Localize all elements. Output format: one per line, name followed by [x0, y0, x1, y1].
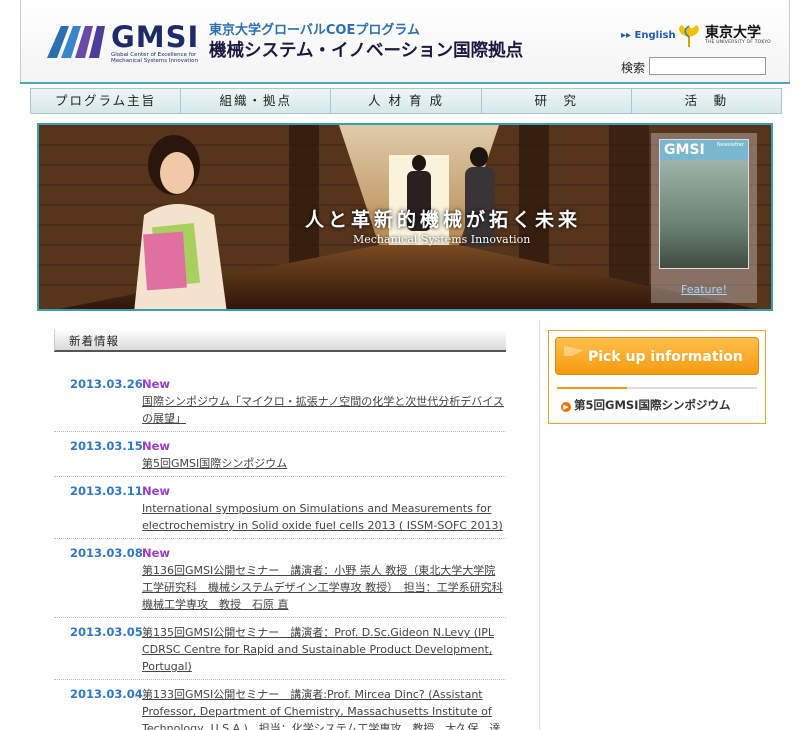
news-body: New 国際シンポジウム「マイクロ・拡張ナノ空間の化学と次世代分析デバイスの展望…	[142, 376, 506, 427]
news-link[interactable]: International symposium on Simulations a…	[142, 500, 506, 534]
gmsi-logo[interactable]: GMSI Global Center of Excellence for Mec…	[47, 20, 200, 64]
pickup-box: Pick up information ▶ 第5回GMSI国際シンポジウム	[548, 330, 766, 424]
newsletter-tag: Newsletter	[716, 142, 744, 148]
hero-banner: 人と革新的機械が拓く未来 Mechanical Systems Innovati…	[37, 123, 773, 311]
newsletter-cover[interactable]: GMSI Newsletter	[659, 139, 749, 269]
news-link[interactable]: 第135回GMSI公開セミナー 講演者：Prof. D.Sc.Gideon N.…	[142, 624, 506, 675]
nav-item-organization[interactable]: 組織・拠点	[181, 89, 332, 113]
site-titles: 東京大学グローバルCOEプログラム 機械システム・イノベーション国際拠点	[209, 22, 523, 63]
news-date: 2013.03.08	[70, 546, 143, 560]
news-link[interactable]: 国際シンポジウム「マイクロ・拡張ナノ空間の化学と次世代分析デバイスの展望」	[142, 393, 506, 427]
logo-subtitle: Global Center of Excellence for Mechanic…	[111, 52, 198, 64]
university-name: 東京大学	[705, 25, 761, 41]
news-heading: 新着情報	[69, 334, 119, 348]
news-column: 新着情報 2013.03.26 New 国際シンポジウム「マイクロ・拡張ナノ空間…	[38, 320, 540, 730]
english-link-label: English	[634, 30, 676, 41]
nav-item-activities[interactable]: 活 動	[631, 89, 782, 113]
list-item: 2013.03.26 New 国際シンポジウム「マイクロ・拡張ナノ空間の化学と次…	[54, 370, 506, 432]
news-link[interactable]: 第133回GMSI公開セミナー 講演者:Prof. Mircea Dinc? (…	[142, 686, 506, 730]
news-body: New 第5回GMSI国際シンポジウム	[142, 438, 506, 472]
pickup-link-label: 第5回GMSI国際シンポジウム	[574, 398, 731, 412]
search-label: 検索	[621, 61, 646, 75]
new-badge: New	[142, 484, 171, 498]
pickup-link[interactable]: ▶ 第5回GMSI国際シンポジウム	[561, 397, 730, 413]
news-body: 第133回GMSI公開セミナー 講演者:Prof. Mircea Dinc? (…	[142, 686, 506, 730]
news-list: 2013.03.26 New 国際シンポジウム「マイクロ・拡張ナノ空間の化学と次…	[54, 370, 506, 730]
flag-icon	[564, 346, 584, 370]
search-input[interactable]	[649, 57, 766, 75]
new-badge: New	[142, 377, 171, 391]
feature-box: GMSI Newsletter Feature!	[651, 133, 757, 303]
double-arrow-icon: ▸▸	[621, 30, 635, 41]
news-link[interactable]: 第5回GMSI国際シンポジウム	[142, 455, 506, 472]
news-date: 2013.03.26	[70, 377, 143, 391]
news-body: 第135回GMSI公開セミナー 講演者：Prof. D.Sc.Gideon N.…	[142, 624, 506, 675]
list-item: 2013.03.04 第133回GMSI公開セミナー 講演者:Prof. Mir…	[54, 680, 506, 730]
hero-title: 人と革新的機械が拓く未来	[305, 209, 582, 231]
news-date: 2013.03.04	[70, 687, 143, 701]
new-badge: New	[142, 439, 171, 453]
pickup-button-label: Pick up information	[588, 349, 743, 365]
program-title: 東京大学グローバルCOEプログラム	[209, 23, 420, 38]
newsletter-photo	[660, 160, 748, 268]
english-link[interactable]: ▸▸ English	[621, 30, 676, 41]
news-body: New International symposium on Simulatio…	[142, 483, 506, 534]
nav-item-education[interactable]: 人 材 育 成	[331, 89, 482, 113]
list-item: 2013.03.05 第135回GMSI公開セミナー 講演者：Prof. D.S…	[54, 618, 506, 680]
arrow-circle-icon: ▶	[561, 402, 571, 412]
list-item: 2013.03.11 New International symposium o…	[54, 477, 506, 539]
university-subtitle: THE UNIVERSITY OF TOKYO	[705, 40, 771, 45]
new-badge: New	[142, 546, 171, 560]
list-item: 2013.03.15 New 第5回GMSI国際シンポジウム	[54, 432, 506, 477]
site-header: GMSI Global Center of Excellence for Mec…	[20, 0, 790, 82]
news-heading-bar: 新着情報	[54, 330, 506, 352]
nav-item-program[interactable]: プログラム主旨	[31, 89, 182, 113]
news-body: New 第136回GMSI公開セミナー 講演者：小野 崇人 教授（東北大学大学院…	[142, 545, 506, 613]
pickup-button[interactable]: Pick up information	[555, 337, 759, 375]
gmsi-logo-mark	[47, 26, 105, 58]
header-divider	[20, 82, 790, 84]
feature-link[interactable]: Feature!	[651, 283, 757, 296]
nav-item-research[interactable]: 研 究	[481, 89, 632, 113]
news-date: 2013.03.15	[70, 439, 143, 453]
hero-subtitle: Mechanical Systems Innovation	[353, 233, 531, 246]
pickup-divider	[557, 387, 757, 389]
news-date: 2013.03.05	[70, 625, 143, 639]
ginkgo-leaf-icon	[679, 25, 699, 47]
site-title: 機械システム・イノベーション国際拠点	[209, 41, 524, 61]
list-item: 2013.03.08 New 第136回GMSI公開セミナー 講演者：小野 崇人…	[54, 539, 506, 618]
news-date: 2013.03.11	[70, 484, 143, 498]
main-nav: プログラム主旨 組織・拠点 人 材 育 成 研 究 活 動	[30, 88, 782, 114]
news-link[interactable]: 第136回GMSI公開セミナー 講演者：小野 崇人 教授（東北大学大学院工学研究…	[142, 562, 506, 613]
logo-text: GMSI	[111, 20, 200, 54]
